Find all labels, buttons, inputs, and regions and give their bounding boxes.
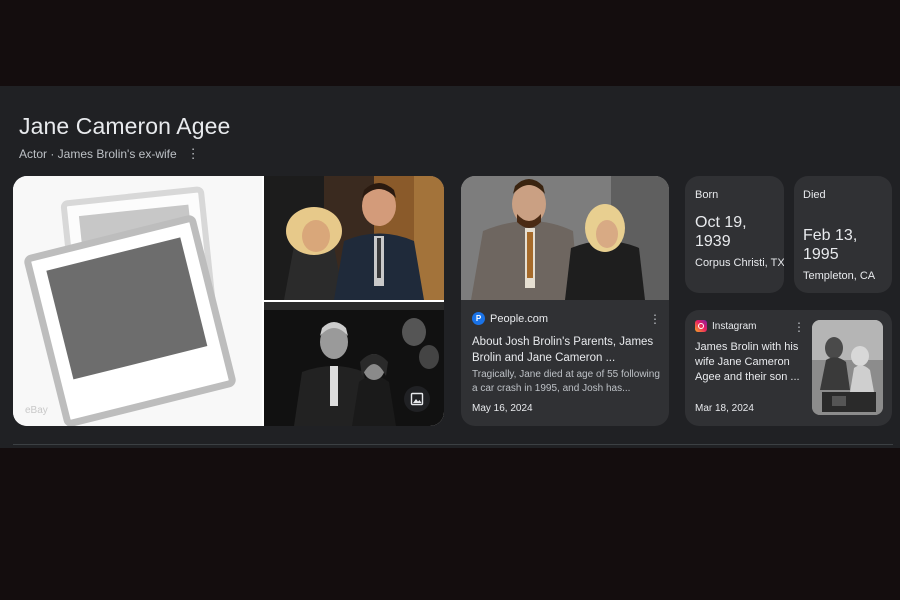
article-date: May 16, 2024: [472, 403, 533, 414]
entity-description: Actor · James Brolin's ex-wife: [19, 147, 177, 161]
couple-photo-color[interactable]: [264, 176, 444, 300]
entity-title[interactable]: Jane Cameron Agee: [19, 113, 230, 140]
instagram-card[interactable]: Instagram ⋮ James Brolin with his wife J…: [685, 310, 892, 426]
more-options-icon[interactable]: ⋮: [187, 146, 200, 162]
instagram-source-name: Instagram: [712, 320, 757, 332]
born-date: Oct 19, 1939: [695, 214, 747, 250]
image-gallery-icon[interactable]: [404, 386, 430, 412]
gallery-glyph: [410, 392, 424, 406]
couple-photo-bw[interactable]: [264, 302, 444, 426]
article-image[interactable]: [461, 176, 669, 300]
section-divider: [13, 444, 893, 445]
more-vert-icon[interactable]: ⋮: [793, 320, 805, 334]
died-card[interactable]: Died Feb 13, 1995 Templeton, CA: [794, 176, 892, 293]
born-card[interactable]: Born Oct 19, 1939 Corpus Christi, TX: [685, 176, 784, 293]
died-label: Died: [803, 189, 826, 201]
instagram-logo-icon: [695, 320, 707, 332]
died-place: Templeton, CA: [803, 270, 876, 282]
article-snippet: Tragically, Jane died at age of 55 follo…: [472, 369, 660, 394]
instagram-source[interactable]: Instagram: [695, 320, 756, 332]
died-date: Feb 13, 1995: [803, 227, 858, 263]
entity-subtitle: Actor · James Brolin's ex-wife ⋮: [19, 146, 200, 162]
instagram-post-date: Mar 18, 2024: [695, 403, 754, 414]
article-photo-art: [461, 176, 669, 300]
article-source[interactable]: P People.com: [472, 312, 548, 325]
product-image[interactable]: eBay: [13, 176, 262, 426]
people-logo-icon: P: [472, 312, 485, 325]
image-source-label: eBay: [25, 405, 48, 416]
couple-photo-art: [264, 176, 444, 300]
born-place: Corpus Christi, TX: [695, 257, 784, 269]
photo-placeholder-icon: [24, 186, 236, 426]
more-vert-icon[interactable]: ⋮: [649, 312, 661, 326]
article-source-name: People.com: [490, 312, 549, 325]
instagram-post-title[interactable]: James Brolin with his wife Jane Cameron …: [695, 340, 805, 385]
image-collage: eBay: [13, 176, 444, 426]
born-label: Born: [695, 189, 719, 201]
article-title[interactable]: About Josh Brolin's Parents, James Broli…: [472, 334, 662, 366]
article-card[interactable]: P People.com ⋮ About Josh Brolin's Paren…: [461, 176, 669, 426]
instagram-photo-art: [812, 320, 883, 415]
instagram-thumbnail[interactable]: [812, 320, 883, 415]
